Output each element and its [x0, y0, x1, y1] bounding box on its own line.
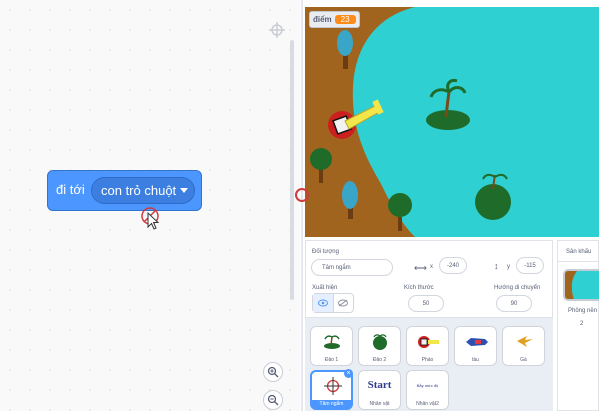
sprite-list: Đảo 1 Đảo 2 Pháo tàu Gà × Tâm ngắm Start…	[305, 318, 553, 411]
y-arrows-icon: ↕	[494, 261, 499, 271]
goto-block-label: đi tới	[56, 182, 85, 197]
sprite-name-value: Tâm ngắm	[322, 264, 351, 271]
stage[interactable]	[305, 7, 599, 237]
stage-scene	[305, 7, 599, 237]
hide-button[interactable]	[334, 294, 354, 312]
divider	[558, 261, 599, 262]
sprite-tile-label: Nhân vật2	[416, 401, 439, 407]
direction-input[interactable]: 90	[496, 295, 532, 312]
sprite-tile-dao2[interactable]: Đảo 2	[358, 326, 401, 366]
sprite-tile-ga[interactable]: Gà	[502, 326, 545, 366]
size-input[interactable]: 50	[408, 295, 444, 312]
direction-value: 90	[510, 300, 518, 307]
zoom-out-button[interactable]	[263, 390, 283, 410]
sprite-tile-tau[interactable]: tàu	[454, 326, 497, 366]
island-icon	[373, 334, 387, 350]
size-value: 50	[422, 300, 430, 307]
score-value: 23	[334, 15, 356, 24]
score-monitor: điểm 23	[309, 11, 360, 28]
sprite-tile-label: Đảo 1	[324, 357, 339, 363]
x-arrows-icon: ⟷	[414, 263, 427, 273]
x-value: -240	[446, 262, 459, 269]
stage-thumbnail[interactable]	[563, 269, 599, 301]
eye-icon	[317, 299, 328, 307]
zoom-in-icon	[267, 366, 279, 378]
score-label: điểm	[313, 15, 332, 24]
show-toggle	[312, 293, 354, 313]
sprite-tile-tam-ngam[interactable]: × Tâm ngắm	[310, 369, 353, 410]
backdrops-label: Phông nền	[568, 308, 598, 314]
sprite-tile-label: Pháo	[421, 357, 434, 363]
divider	[301, 0, 303, 411]
sprite-tile-nhan-vat[interactable]: Start Nhân vật	[358, 370, 401, 410]
direction-label: Hướng di chuyển	[494, 285, 541, 291]
sprite-info-panel: Đối tượng Tâm ngắm ⟷ x -240 ↕ y -115 Xuấ…	[305, 240, 553, 318]
stage-selector[interactable]: Sân khấu Phông nền 2	[557, 240, 599, 411]
y-value: -115	[524, 262, 536, 269]
sprite-tile-label: Gà	[520, 357, 527, 363]
ship-icon	[466, 338, 488, 346]
stage-selector-title: Sân khấu	[566, 249, 592, 255]
sprite-tile-label: Tâm ngắm	[312, 400, 351, 408]
sprite-tile-label: tàu	[472, 357, 479, 363]
sprite-name-label: Đối tượng	[312, 249, 339, 255]
sprite-name-field[interactable]: Tâm ngắm	[311, 259, 393, 276]
show-button[interactable]	[313, 294, 334, 312]
sprite-tile-label: Nhân vật	[369, 401, 390, 407]
size-label: Kích thước	[404, 285, 434, 291]
sprite-tile-dao1[interactable]: Đảo 1	[310, 326, 353, 366]
x-input[interactable]: -240	[439, 257, 467, 274]
sprite-tile-label: Đảo 2	[372, 357, 387, 363]
sprite-tile-phao[interactable]: Pháo	[406, 326, 449, 366]
goto-target-value: con trỏ chuột	[101, 183, 177, 198]
zoom-in-button[interactable]	[263, 362, 283, 382]
chevron-down-icon	[180, 188, 188, 193]
bird-icon	[517, 336, 533, 347]
x-label: x	[430, 264, 433, 270]
goto-block[interactable]: đi tới con trỏ chuột	[47, 170, 202, 211]
backdrops-count: 2	[580, 321, 584, 327]
level-text-icon: Bẫy mức độ	[416, 383, 439, 388]
cannon-icon	[418, 336, 439, 348]
code-scrollbar[interactable]	[290, 40, 294, 300]
show-label: Xuất hiện	[312, 285, 338, 291]
goto-target-dropdown[interactable]: con trỏ chuột	[91, 177, 195, 204]
delete-sprite-button[interactable]: ×	[344, 369, 353, 378]
start-text-icon: Start	[367, 379, 392, 391]
zoom-out-icon	[267, 394, 279, 406]
y-label: y	[507, 264, 510, 270]
target-marker-icon	[295, 188, 309, 202]
eye-slash-icon	[338, 299, 349, 307]
mouse-pointer-icon	[141, 207, 160, 230]
sprite-tile-nhan-vat2[interactable]: Bẫy mức độ Nhân vật2	[406, 370, 449, 410]
stage-thumbnail-image	[565, 271, 599, 299]
island-icon	[324, 335, 340, 349]
crosshair-icon	[269, 22, 285, 38]
crosshair-icon	[324, 377, 342, 395]
y-input[interactable]: -115	[516, 257, 544, 274]
